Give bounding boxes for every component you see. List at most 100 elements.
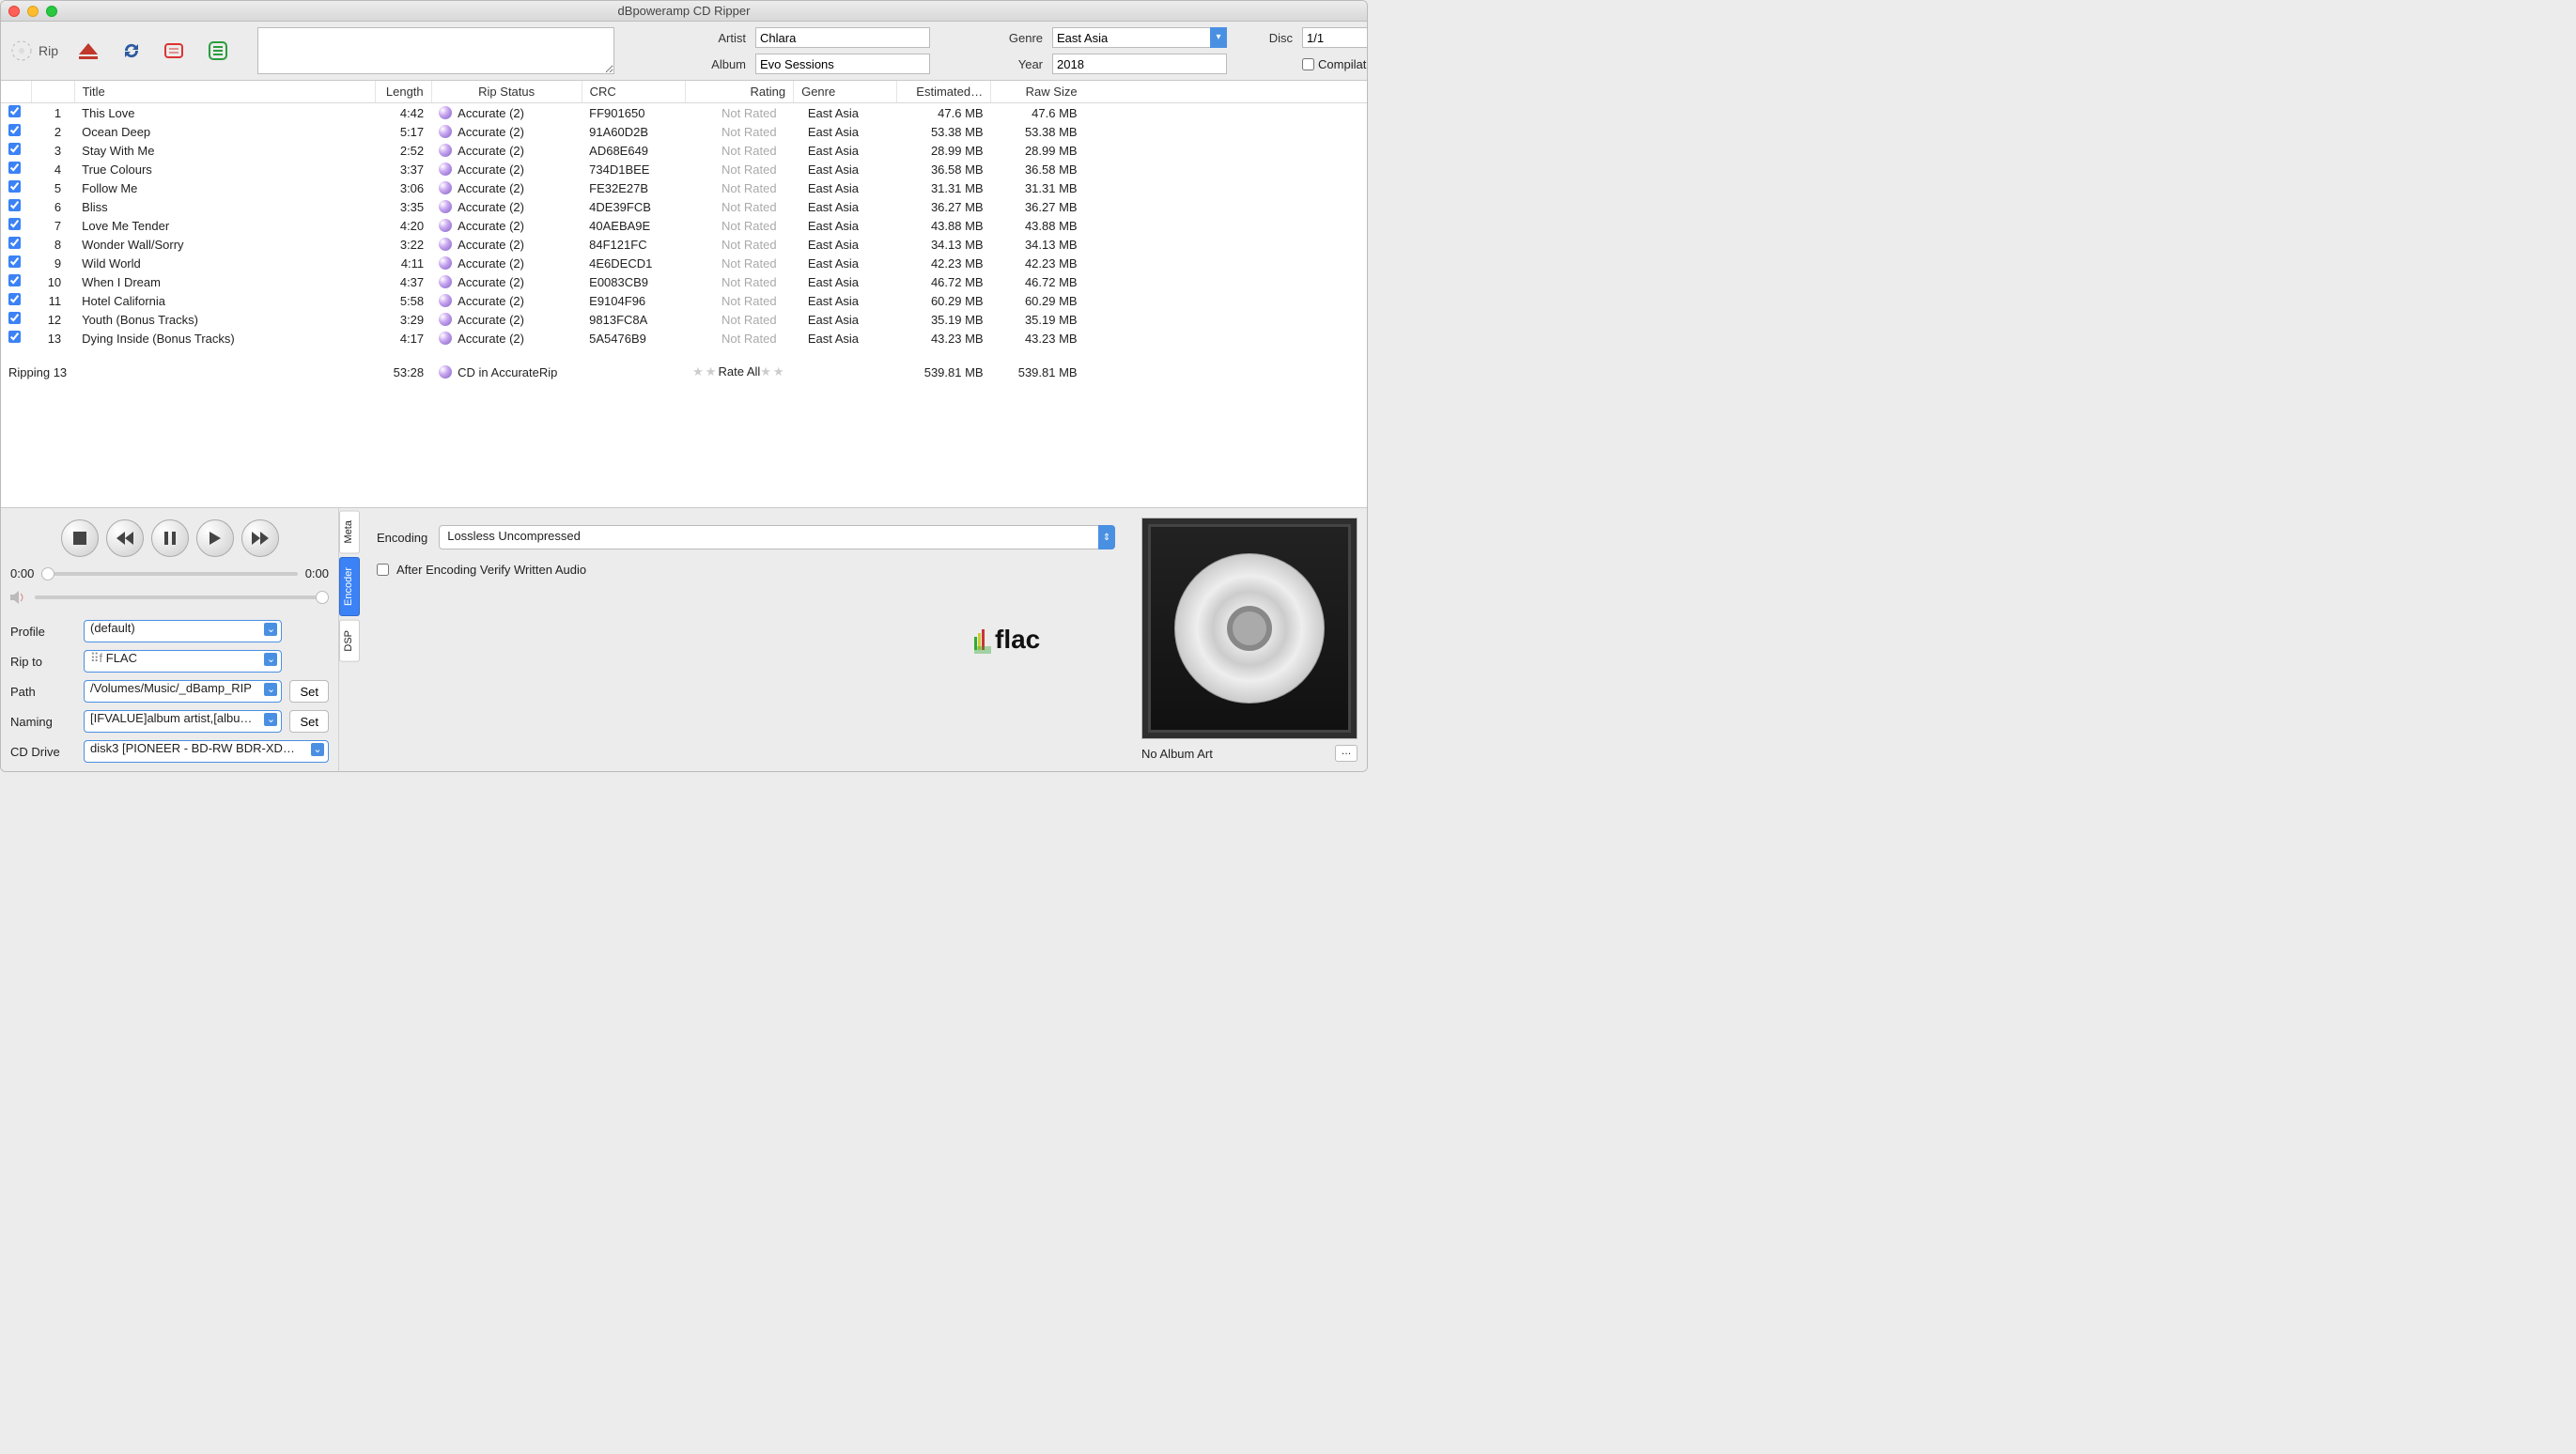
album-label: Album	[624, 57, 746, 71]
tab-encoder[interactable]: Encoder	[339, 557, 360, 616]
track-checkbox[interactable]	[8, 218, 21, 230]
volume-slider[interactable]	[35, 596, 329, 599]
track-length: 2:52	[375, 141, 431, 160]
track-checkbox[interactable]	[8, 162, 21, 174]
album-art[interactable]	[1141, 518, 1358, 739]
track-status: Accurate (2)	[458, 162, 524, 177]
tag-icon	[163, 40, 186, 61]
accuraterip-icon	[439, 275, 452, 288]
encoding-label: Encoding	[377, 531, 427, 545]
tab-dsp[interactable]: DSP	[339, 620, 360, 662]
table-row[interactable]: 13Dying Inside (Bonus Tracks)4:17Accurat…	[1, 329, 1367, 355]
track-title: Love Me Tender	[74, 216, 375, 235]
track-est: 46.72 MB	[897, 272, 991, 291]
album-field[interactable]	[755, 54, 930, 74]
track-est: 43.88 MB	[897, 216, 991, 235]
no-album-art-label: No Album Art	[1141, 747, 1213, 761]
naming-set-button[interactable]: Set	[289, 710, 329, 733]
track-length: 4:17	[375, 329, 431, 355]
track-checkbox[interactable]	[8, 274, 21, 286]
col-rating[interactable]: Rating	[685, 81, 793, 103]
pause-button[interactable]	[151, 519, 189, 557]
track-checkbox[interactable]	[8, 105, 21, 117]
table-row[interactable]: 3Stay With Me2:52Accurate (2)AD68E649Not…	[1, 141, 1367, 160]
refresh-button[interactable]	[118, 38, 145, 64]
tab-meta[interactable]: Meta	[339, 510, 360, 553]
art-more-button[interactable]: …	[1335, 745, 1358, 762]
ripto-select[interactable]: ⠿f FLAC	[84, 650, 282, 673]
table-row[interactable]: 10When I Dream4:37Accurate (2)E0083CB9No…	[1, 272, 1367, 291]
table-row[interactable]: 4True Colours3:37Accurate (2)734D1BEENot…	[1, 160, 1367, 178]
col-title[interactable]: Title	[74, 81, 375, 103]
table-row[interactable]: 8Wonder Wall/Sorry3:22Accurate (2)84F121…	[1, 235, 1367, 254]
genre-label: Genre	[939, 31, 1043, 45]
zoom-icon[interactable]	[46, 6, 57, 17]
col-raw-size[interactable]: Raw Size	[991, 81, 1085, 103]
accuraterip-icon	[439, 144, 452, 157]
list-button[interactable]	[205, 38, 231, 64]
accuraterip-icon	[439, 181, 452, 194]
col-crc[interactable]: CRC	[582, 81, 685, 103]
track-checkbox[interactable]	[8, 312, 21, 324]
rewind-button[interactable]	[106, 519, 144, 557]
compilation-checkbox[interactable]	[1302, 58, 1314, 70]
minimize-icon[interactable]	[27, 6, 39, 17]
track-checkbox[interactable]	[8, 199, 21, 211]
table-row[interactable]: 7Love Me Tender4:20Accurate (2)40AEBA9EN…	[1, 216, 1367, 235]
table-row[interactable]: 11Hotel California5:58Accurate (2)E9104F…	[1, 291, 1367, 310]
drive-select[interactable]: disk3 [PIONEER - BD-RW BDR-XD…	[84, 740, 329, 763]
track-est: 31.31 MB	[897, 178, 991, 197]
col-length[interactable]: Length	[375, 81, 431, 103]
track-number: 3	[32, 141, 74, 160]
track-checkbox[interactable]	[8, 180, 21, 193]
verify-checkbox[interactable]	[377, 564, 389, 576]
forward-button[interactable]	[241, 519, 279, 557]
track-raw: 36.27 MB	[991, 197, 1085, 216]
track-checkbox[interactable]	[8, 331, 21, 343]
track-checkbox[interactable]	[8, 293, 21, 305]
track-length: 4:20	[375, 216, 431, 235]
year-field[interactable]	[1052, 54, 1227, 74]
play-button[interactable]	[196, 519, 234, 557]
rate-all-button[interactable]: Rate All	[718, 364, 760, 379]
table-row[interactable]: 12Youth (Bonus Tracks)3:29Accurate (2)98…	[1, 310, 1367, 329]
track-checkbox[interactable]	[8, 143, 21, 155]
col-genre[interactable]: Genre	[794, 81, 897, 103]
col-estimated[interactable]: Estimated…	[897, 81, 991, 103]
track-number: 9	[32, 254, 74, 272]
track-checkbox[interactable]	[8, 124, 21, 136]
chevron-down-icon[interactable]: ▾	[1210, 27, 1227, 48]
table-row[interactable]: 5Follow Me3:06Accurate (2)FE32E27BNot Ra…	[1, 178, 1367, 197]
encoding-select[interactable]: Lossless Uncompressed ⇕	[439, 525, 1115, 549]
track-status: Accurate (2)	[458, 238, 524, 252]
comment-field[interactable]	[257, 27, 614, 74]
track-raw: 47.6 MB	[991, 103, 1085, 123]
tag-button[interactable]	[162, 38, 188, 64]
forward-icon	[252, 532, 269, 545]
genre-select[interactable]	[1052, 27, 1227, 48]
naming-select[interactable]: [IFVALUE]album artist,[albu…	[84, 710, 282, 733]
artist-field[interactable]	[755, 27, 930, 48]
path-set-button[interactable]: Set	[289, 680, 329, 703]
table-row[interactable]: 6Bliss3:35Accurate (2)4DE39FCBNot Rated …	[1, 197, 1367, 216]
close-icon[interactable]	[8, 6, 20, 17]
col-rip-status[interactable]: Rip Status	[431, 81, 582, 103]
track-rating: Not Rated	[685, 216, 793, 235]
table-row[interactable]: 9Wild World4:11Accurate (2)4E6DECD1Not R…	[1, 254, 1367, 272]
track-table: Title Length Rip Status CRC Rating Genre…	[1, 81, 1367, 381]
eject-button[interactable]	[75, 38, 101, 64]
profile-select[interactable]: (default)	[84, 620, 282, 642]
track-length: 3:29	[375, 310, 431, 329]
table-row[interactable]: 2Ocean Deep5:17Accurate (2)91A60D2BNot R…	[1, 122, 1367, 141]
position-slider[interactable]	[41, 572, 297, 576]
track-status: Accurate (2)	[458, 144, 524, 158]
table-row[interactable]: 1This Love4:42Accurate (2)FF901650Not Ra…	[1, 103, 1367, 123]
path-select[interactable]: /Volumes/Music/_dBamp_RIP	[84, 680, 282, 703]
track-checkbox[interactable]	[8, 237, 21, 249]
stop-button[interactable]	[61, 519, 99, 557]
window-controls	[8, 6, 57, 17]
track-checkbox[interactable]	[8, 255, 21, 268]
disc-field[interactable]	[1302, 27, 1368, 48]
rip-button[interactable]: Rip	[10, 39, 58, 62]
track-raw: 34.13 MB	[991, 235, 1085, 254]
